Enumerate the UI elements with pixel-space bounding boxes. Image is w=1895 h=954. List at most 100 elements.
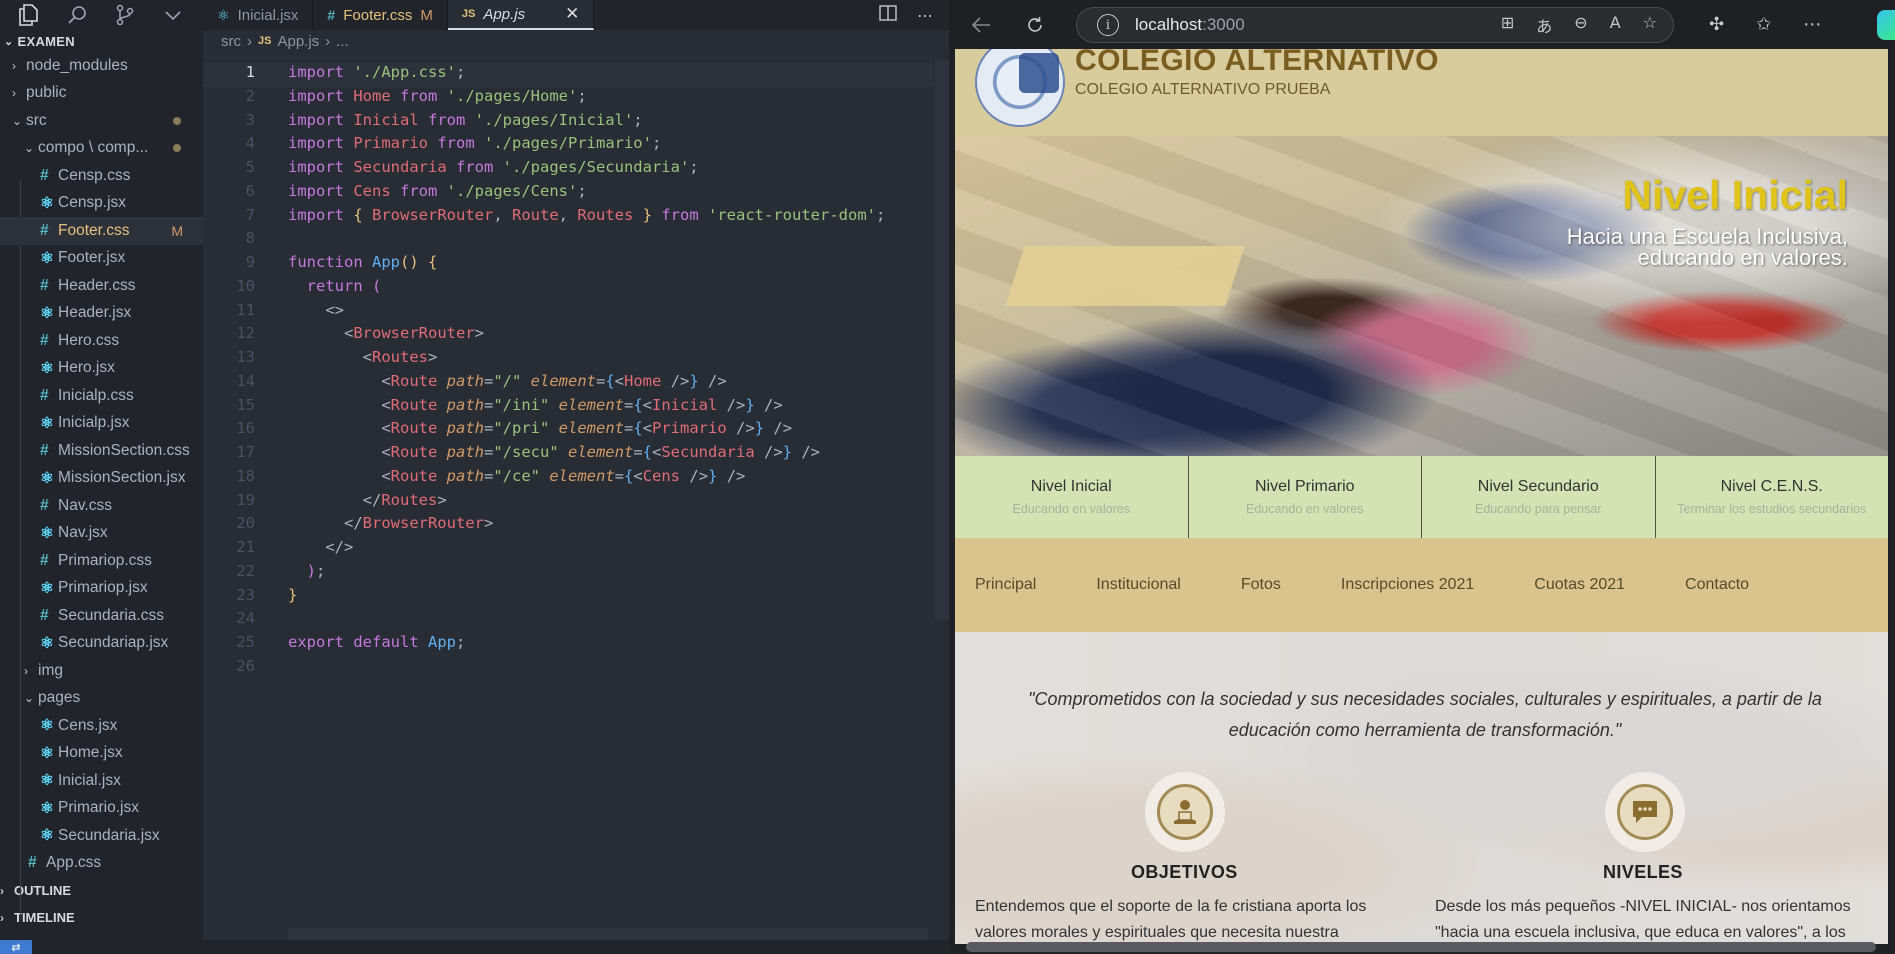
extensions-icon[interactable]: ✣: [1709, 14, 1724, 35]
code-line[interactable]: 24: [203, 609, 933, 633]
folder-item[interactable]: ⌄ pages: [0, 685, 203, 713]
code-line[interactable]: 5 import Secundaria from './pages/Secunda…: [203, 158, 933, 182]
file-item[interactable]: # Hero.css: [0, 327, 203, 355]
nav-link[interactable]: Contacto: [1685, 576, 1749, 594]
code-line[interactable]: 16 <Route path="/pri" element={<Primario…: [203, 419, 933, 443]
breadcrumb-symbol[interactable]: ...: [336, 33, 349, 50]
timeline-section[interactable]: › TIMELINE: [0, 904, 203, 931]
remote-icon[interactable]: ⇄: [0, 940, 32, 954]
code-line[interactable]: 11 <>: [203, 301, 933, 325]
code-line[interactable]: 10 return (: [203, 277, 933, 301]
file-item[interactable]: ⚛ Hero.jsx: [0, 355, 203, 383]
code-line[interactable]: 6 import Cens from './pages/Cens';: [203, 182, 933, 206]
file-item[interactable]: ⚛ Nav.jsx: [0, 520, 203, 548]
code-line[interactable]: 13 <Routes>: [203, 348, 933, 372]
code-area[interactable]: 1 import './App.css'; 2 import Home from '.…: [203, 63, 933, 681]
page-horizontal-scrollbar[interactable]: [966, 942, 1876, 952]
code-line[interactable]: 21 </>: [203, 538, 933, 562]
nav-link[interactable]: Inscripciones 2021: [1341, 576, 1474, 594]
code-line[interactable]: 19 </Routes>: [203, 491, 933, 515]
file-item[interactable]: ⚛ Cens.jsx: [0, 712, 203, 740]
refresh-icon[interactable]: [1017, 7, 1053, 43]
file-item[interactable]: # Header.css: [0, 272, 203, 300]
code-line[interactable]: 7 import { BrowserRouter, Route, Routes }…: [203, 206, 933, 230]
code-line[interactable]: 15 <Route path="/ini" element={<Inicial …: [203, 396, 933, 420]
explorer-icon[interactable]: [18, 4, 40, 26]
breadcrumb-folder[interactable]: src: [221, 33, 241, 50]
folder-item[interactable]: › public: [0, 80, 203, 108]
file-item[interactable]: # Nav.css: [0, 492, 203, 520]
file-item[interactable]: # Secundaria.css: [0, 602, 203, 630]
file-item[interactable]: ⚛ MissionSection.jsx: [0, 465, 203, 493]
folder-item[interactable]: › img: [0, 657, 203, 685]
zoom-out-icon[interactable]: ⊖: [1574, 13, 1587, 37]
app-available-icon[interactable]: ⊞: [1501, 13, 1514, 37]
source-control-icon[interactable]: [114, 4, 136, 26]
search-icon[interactable]: [66, 4, 88, 26]
code-line[interactable]: 3 import Inicial from './pages/Inicial';: [203, 111, 933, 135]
code-line[interactable]: 4 import Primario from './pages/Primario'…: [203, 134, 933, 158]
nav-link[interactable]: Cuotas 2021: [1534, 576, 1625, 594]
code-line[interactable]: 17 <Route path="/secu" element={<Secunda…: [203, 443, 933, 467]
translate-icon[interactable]: あ: [1536, 13, 1552, 37]
folder-item[interactable]: ⌄ compo \ comp...: [0, 135, 203, 163]
code-line[interactable]: 18 <Route path="/ce" element={<Cens />} …: [203, 467, 933, 491]
file-item[interactable]: # Censp.css: [0, 162, 203, 190]
close-icon[interactable]: ✕: [565, 4, 579, 24]
file-item[interactable]: ⚛ Secundaria.jsx: [0, 822, 203, 850]
folder-item[interactable]: ⌄ src: [0, 107, 203, 135]
tab-app-js[interactable]: JS App.js ✕: [447, 0, 595, 30]
file-item[interactable]: ⚛ Primariop.jsx: [0, 575, 203, 603]
code-line[interactable]: 23}: [203, 586, 933, 610]
code-line[interactable]: 22 );: [203, 562, 933, 586]
file-item[interactable]: ⚛ Primario.jsx: [0, 795, 203, 823]
favorites-icon[interactable]: ✩: [1756, 14, 1771, 35]
split-editor-icon[interactable]: [879, 5, 897, 25]
file-item[interactable]: # MissionSection.css: [0, 437, 203, 465]
nav-link[interactable]: Institucional: [1096, 576, 1181, 594]
code-line[interactable]: 14 <Route path="/" element={<Home />} />: [203, 372, 933, 396]
file-item[interactable]: # App.css: [0, 850, 203, 878]
code-line[interactable]: 9 function App() {: [203, 253, 933, 277]
code-line[interactable]: 20 </BrowserRouter>: [203, 514, 933, 538]
file-item[interactable]: ⚛ Censp.jsx: [0, 190, 203, 218]
url-text[interactable]: localhost:3000: [1135, 15, 1245, 35]
level-card[interactable]: Nivel Secundario Educando para pensar: [1422, 456, 1656, 538]
level-card[interactable]: Nivel Primario Educando en valores: [1188, 456, 1422, 538]
favorite-star-icon[interactable]: ☆: [1643, 13, 1657, 37]
site-info-icon[interactable]: i: [1097, 14, 1119, 36]
file-item[interactable]: ⚛ Footer.jsx: [0, 245, 203, 273]
code-line[interactable]: 2 import Home from './pages/Home';: [203, 87, 933, 111]
tab-inicial-jsx[interactable]: ⚛ Inicial.jsx: [203, 0, 314, 30]
level-card[interactable]: Nivel C.E.N.S. Terminar los estudios secu…: [1655, 456, 1888, 538]
code-line[interactable]: 12 <BrowserRouter>: [203, 324, 933, 348]
file-item[interactable]: ⚛ Header.jsx: [0, 300, 203, 328]
address-bar[interactable]: i localhost:3000 ⊞ あ ⊖ A ☆: [1076, 7, 1674, 43]
school-logo[interactable]: [975, 49, 1065, 127]
file-item[interactable]: # Primariop.css: [0, 547, 203, 575]
more-actions-icon[interactable]: ⋯: [917, 6, 933, 25]
file-item[interactable]: ⚛ Home.jsx: [0, 740, 203, 768]
code-line[interactable]: 26: [203, 657, 933, 681]
file-item[interactable]: # Inicialp.css: [0, 382, 203, 410]
nav-link[interactable]: Principal: [975, 576, 1036, 594]
file-item[interactable]: ⚛ Inicial.jsx: [0, 767, 203, 795]
back-arrow-icon[interactable]: [963, 7, 999, 43]
copilot-icon[interactable]: [1877, 10, 1895, 40]
tab-footer-css[interactable]: # Footer.css M: [313, 0, 448, 30]
code-line[interactable]: 1 import './App.css';: [203, 63, 933, 87]
vertical-scrollbar[interactable]: [935, 60, 949, 620]
nav-link[interactable]: Fotos: [1241, 576, 1281, 594]
breadcrumb-file[interactable]: App.js: [277, 33, 319, 50]
outline-section[interactable]: › OUTLINE: [0, 877, 203, 904]
code-line[interactable]: 8: [203, 229, 933, 253]
read-aloud-icon[interactable]: A: [1610, 13, 1621, 37]
file-item[interactable]: ⚛ Inicialp.jsx: [0, 410, 203, 438]
code-line[interactable]: 25 export default App;: [203, 633, 933, 657]
chevron-down-icon[interactable]: [162, 4, 184, 26]
file-item[interactable]: # Footer.css M: [0, 217, 203, 245]
folder-item[interactable]: › node_modules: [0, 52, 203, 80]
code-editor[interactable]: src › JS App.js › ... 1 import './App.css…: [203, 30, 949, 940]
more-menu-icon[interactable]: ⋯: [1803, 14, 1821, 35]
horizontal-scrollbar[interactable]: [288, 928, 928, 940]
